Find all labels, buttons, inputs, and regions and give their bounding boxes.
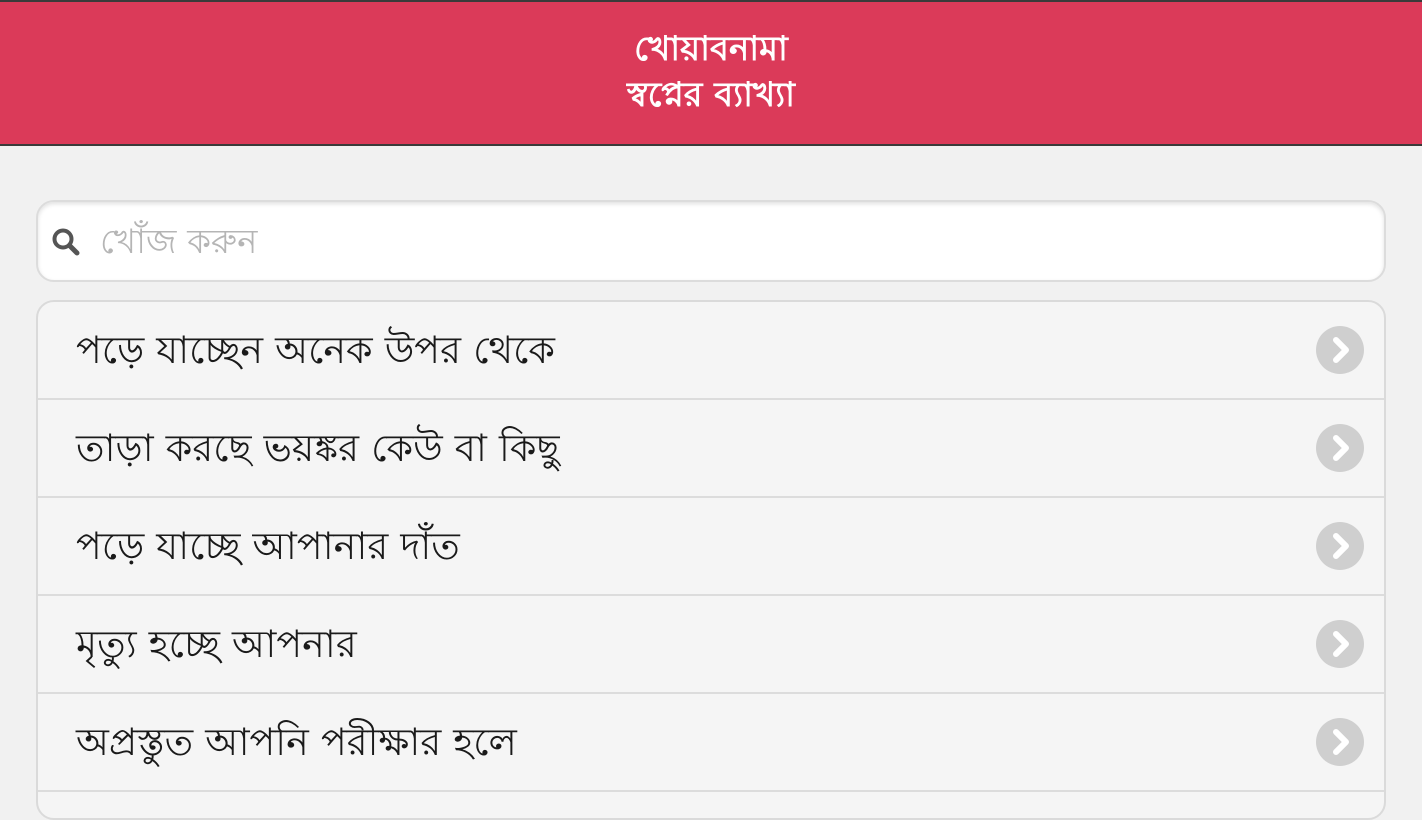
chevron-right-icon — [1316, 718, 1364, 766]
list-item-label: পড়ে যাচ্ছে আপানার দাঁত — [76, 524, 460, 568]
list-item[interactable]: পড়ে যাচ্ছেন অনেক উপর থেকে — [38, 302, 1384, 400]
list-item[interactable]: পড়ে যাচ্ছে আপানার দাঁত — [38, 498, 1384, 596]
dream-list: পড়ে যাচ্ছেন অনেক উপর থেকে তাড়া করছে ভয… — [36, 300, 1386, 820]
header-titles: খোয়াবনামা স্বপ্নের ব্যাখ্যা — [0, 2, 1422, 118]
list-item-label: মৃত্যু হচ্ছে আপনার — [76, 622, 357, 666]
app-title: খোয়াবনামা — [634, 29, 788, 69]
chevron-right-icon — [1316, 620, 1364, 668]
search-icon — [50, 226, 82, 258]
chevron-right-icon — [1316, 522, 1364, 570]
search-bar[interactable] — [36, 200, 1386, 282]
list-item[interactable]: অপ্রস্তুত আপনি পরীক্ষার হলে — [38, 694, 1384, 792]
chevron-right-icon — [1316, 326, 1364, 374]
app-subtitle: স্বপ্নের ব্যাখ্যা — [627, 75, 795, 115]
list-item-label: অপ্রস্তুত আপনি পরীক্ষার হলে — [76, 720, 517, 764]
list-item-label: তাড়া করছে ভয়ঙ্কর কেউ বা কিছু — [76, 426, 560, 470]
list-item-label: পড়ে যাচ্ছেন অনেক উপর থেকে — [76, 328, 555, 372]
search-input[interactable] — [98, 210, 1372, 274]
app-header: খোয়াবনামা স্বপ্নের ব্যাখ্যা — [0, 0, 1422, 146]
chevron-right-icon — [1316, 424, 1364, 472]
list-item[interactable]: মৃত্যু হচ্ছে আপনার — [38, 596, 1384, 694]
list-item[interactable]: তাড়া করছে ভয়ঙ্কর কেউ বা কিছু — [38, 400, 1384, 498]
